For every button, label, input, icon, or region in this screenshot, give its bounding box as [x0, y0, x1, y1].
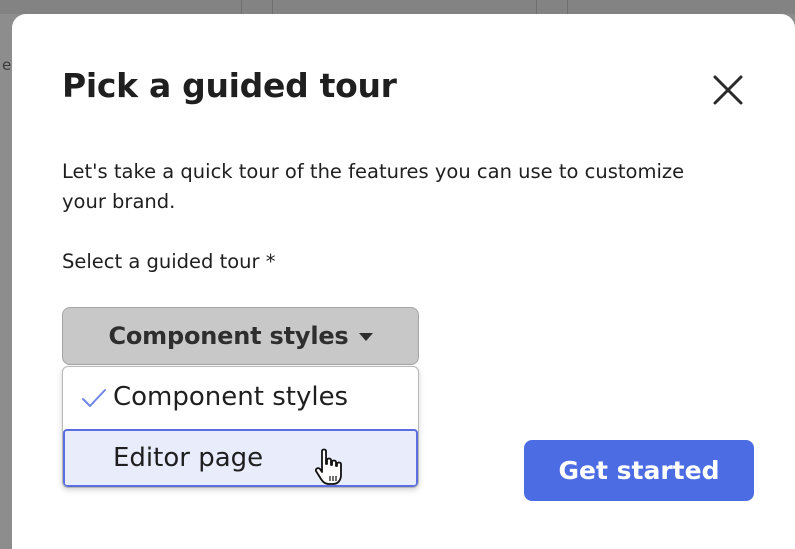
dialog-title: Pick a guided tour: [62, 66, 397, 105]
tour-select-value: Component styles: [108, 322, 349, 350]
tour-select-menu: Component styles Editor page: [62, 366, 419, 488]
caret-down-icon: [358, 333, 373, 341]
option-editor-page[interactable]: Editor page: [63, 429, 418, 487]
background-text: e: [2, 56, 12, 74]
option-label: Component styles: [113, 382, 349, 412]
close-icon: [713, 75, 743, 105]
get-started-button[interactable]: Get started: [524, 440, 754, 501]
close-button[interactable]: [708, 70, 748, 110]
option-label: Editor page: [113, 443, 264, 473]
background-divider: [567, 0, 568, 14]
dialog-description: Let's take a quick tour of the features …: [62, 160, 685, 213]
checkmark-icon: [82, 389, 106, 407]
guided-tour-dialog: Pick a guided tour Let's take a quick to…: [12, 14, 795, 549]
background-divider: [536, 0, 537, 14]
background-toolbar: [0, 0, 795, 14]
background-divider: [241, 0, 242, 14]
option-component-styles[interactable]: Component styles: [63, 367, 418, 427]
tour-select-label: Select a guided tour *: [62, 250, 276, 273]
background-divider: [272, 0, 273, 14]
tour-select-dropdown[interactable]: Component styles: [62, 307, 419, 365]
